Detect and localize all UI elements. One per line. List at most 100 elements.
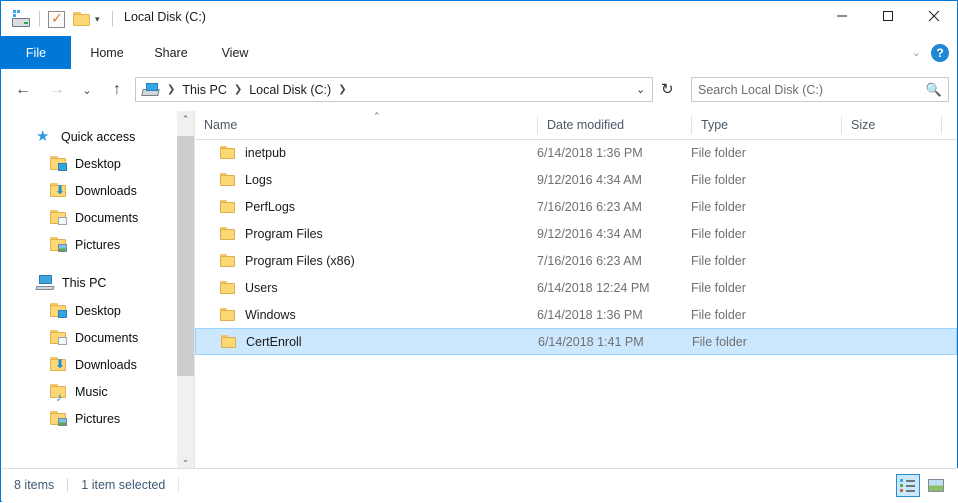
sidebar-item-desktop-qa[interactable]: Desktop 📌 — [2, 150, 177, 177]
table-row[interactable]: Program Files (x86) 7/16/2016 6:23 AM Fi… — [195, 247, 957, 274]
maximize-button[interactable] — [865, 1, 911, 31]
cell-type: File folder — [691, 226, 746, 241]
sidebar-group-quick-access[interactable]: ★ Quick access — [2, 123, 177, 150]
tab-file[interactable]: File — [1, 36, 71, 69]
sidebar-item-desktop-pc[interactable]: Desktop — [2, 297, 177, 324]
file-explorer-window: ✓ ▾ Local Disk (C:) File Home Share View… — [0, 0, 958, 503]
navigation-pane: ★ Quick access Desktop 📌 ⬇ Downloads 📌 D… — [2, 111, 177, 468]
column-header-name[interactable]: Name — [195, 111, 537, 139]
details-view-button[interactable] — [896, 474, 920, 497]
cell-type: File folder — [691, 307, 746, 322]
item-count: 8 items — [14, 478, 55, 492]
window-controls — [819, 1, 957, 31]
address-bar: ← → ⌄ ↑ ❯ This PC ❯ Local Disk (C:) ❯ ⌄ … — [1, 69, 957, 111]
cell-type: File folder — [691, 145, 746, 160]
help-icon[interactable]: ? — [931, 43, 949, 62]
file-rows: inetpub 6/14/2018 1:36 PM File folder Lo… — [195, 139, 957, 355]
file-list: ⌃ Name Date modified Type Size inetpub 6… — [195, 111, 957, 468]
sidebar-item-label: Downloads — [75, 357, 137, 372]
column-divider-4[interactable] — [941, 116, 942, 134]
tab-view[interactable]: View — [207, 36, 263, 69]
close-button[interactable] — [911, 1, 957, 31]
customize-qat-caret-icon[interactable]: ▾ — [91, 14, 104, 25]
status-divider-2 — [178, 478, 180, 492]
recent-locations-chevron-down-icon[interactable]: ⌄ — [75, 78, 99, 102]
cell-name: PerfLogs — [195, 193, 295, 220]
cell-name: Users — [195, 274, 278, 301]
sidebar-item-documents-qa[interactable]: Documents 📌 — [2, 204, 177, 231]
sidebar-item-documents-pc[interactable]: Documents — [2, 324, 177, 351]
folder-downloads-icon: ⬇ — [50, 357, 67, 372]
sidebar-item-label: Music — [75, 384, 108, 399]
cell-date-modified: 6/14/2018 1:36 PM — [537, 145, 643, 160]
back-button[interactable]: ← — [11, 78, 35, 102]
large-icons-view-button[interactable] — [924, 474, 948, 497]
sidebar-item-downloads-pc[interactable]: ⬇ Downloads — [2, 351, 177, 378]
table-row[interactable]: Windows 6/14/2018 1:36 PM File folder — [195, 301, 957, 328]
breadcrumb-separator-0[interactable]: ❯ — [162, 84, 180, 95]
sidebar-item-label: Pictures — [75, 237, 121, 252]
sidebar-item-label: Downloads — [75, 183, 137, 198]
sidebar-item-downloads-qa[interactable]: ⬇ Downloads 📌 — [2, 177, 177, 204]
table-row[interactable]: Logs 9/12/2016 4:34 AM File folder — [195, 166, 957, 193]
minimize-button[interactable] — [819, 1, 865, 31]
column-header-type[interactable]: Type — [692, 111, 841, 139]
ribbon-tab-bar: File Home Share View ⌄ ? — [1, 36, 957, 70]
scroll-down-icon[interactable]: ⌄ — [177, 451, 194, 468]
cell-date-modified: 6/14/2018 1:41 PM — [538, 334, 644, 349]
table-row[interactable]: PerfLogs 7/16/2016 6:23 AM File folder — [195, 193, 957, 220]
column-header-date-modified[interactable]: Date modified — [538, 111, 691, 139]
search-icon[interactable]: 🔍 — [926, 82, 942, 98]
scrollbar-thumb[interactable] — [177, 136, 194, 376]
address-dropdown-chevron-down-icon[interactable]: ⌄ — [636, 83, 645, 96]
sidebar-group-label: This PC — [62, 275, 107, 290]
sidebar-group-label: Quick access — [61, 129, 136, 144]
cell-type: File folder — [691, 253, 746, 268]
status-bar: 8 items 1 item selected — [2, 468, 958, 503]
tab-share[interactable]: Share — [143, 36, 199, 69]
breadcrumb-item-local-disk[interactable]: Local Disk (C:) — [247, 83, 333, 97]
sidebar-item-pictures-pc[interactable]: Pictures — [2, 405, 177, 432]
up-button[interactable]: ↑ — [105, 78, 129, 102]
refresh-icon[interactable]: ↻ — [661, 80, 674, 98]
cell-type: File folder — [691, 280, 746, 295]
breadcrumb-item-this-pc[interactable]: This PC — [180, 83, 228, 97]
new-folder-icon[interactable] — [73, 11, 91, 27]
cell-type: File folder — [692, 334, 747, 349]
table-row[interactable]: Program Files 9/12/2016 4:34 AM File fol… — [195, 220, 957, 247]
folder-icon — [220, 307, 236, 322]
folder-downloads-icon: ⬇ — [50, 183, 67, 198]
cell-date-modified: 7/16/2016 6:23 AM — [537, 253, 642, 268]
tab-home[interactable]: Home — [79, 36, 135, 69]
cell-type: File folder — [691, 172, 746, 187]
expand-ribbon-chevron-down-icon[interactable]: ⌄ — [912, 46, 921, 59]
table-row[interactable]: Users 6/14/2018 12:24 PM File folder — [195, 274, 957, 301]
folder-pictures-icon — [50, 411, 67, 426]
cell-date-modified: 6/14/2018 12:24 PM — [537, 280, 650, 295]
breadcrumb[interactable]: ❯ This PC ❯ Local Disk (C:) ❯ — [135, 77, 653, 102]
quick-access-toolbar: ✓ ▾ — [11, 7, 121, 31]
sidebar-item-music-pc[interactable]: ♪ Music — [2, 378, 177, 405]
sidebar-item-label: Documents — [75, 330, 139, 345]
folder-icon — [220, 172, 236, 187]
sidebar-item-pictures-qa[interactable]: Pictures 📌 — [2, 231, 177, 258]
navigation-pane-scrollbar[interactable]: ⌃ ⌄ — [177, 111, 194, 468]
search-input[interactable]: Search Local Disk (C:) 🔍 — [691, 77, 949, 102]
table-row[interactable]: inetpub 6/14/2018 1:36 PM File folder — [195, 139, 957, 166]
scroll-up-icon[interactable]: ⌃ — [177, 111, 194, 128]
cell-date-modified: 7/16/2016 6:23 AM — [537, 199, 642, 214]
sidebar-item-label: Pictures — [75, 411, 121, 426]
folder-icon — [220, 145, 236, 160]
table-row[interactable]: CertEnroll 6/14/2018 1:41 PM File folder — [195, 328, 957, 355]
sidebar-item-label: Documents — [75, 210, 139, 225]
search-placeholder: Search Local Disk (C:) — [698, 82, 824, 97]
computer-drive-icon[interactable] — [11, 10, 31, 28]
sidebar-group-this-pc[interactable]: This PC — [2, 269, 177, 296]
cell-date-modified: 9/12/2016 4:34 AM — [537, 226, 642, 241]
forward-button[interactable]: → — [45, 78, 69, 102]
column-header-size[interactable]: Size — [842, 111, 942, 139]
breadcrumb-separator-2[interactable]: ❯ — [333, 84, 351, 95]
breadcrumb-separator-1[interactable]: ❯ — [229, 84, 247, 95]
sidebar-item-label: Desktop — [75, 156, 121, 171]
properties-checkbox-icon[interactable]: ✓ — [48, 10, 65, 28]
